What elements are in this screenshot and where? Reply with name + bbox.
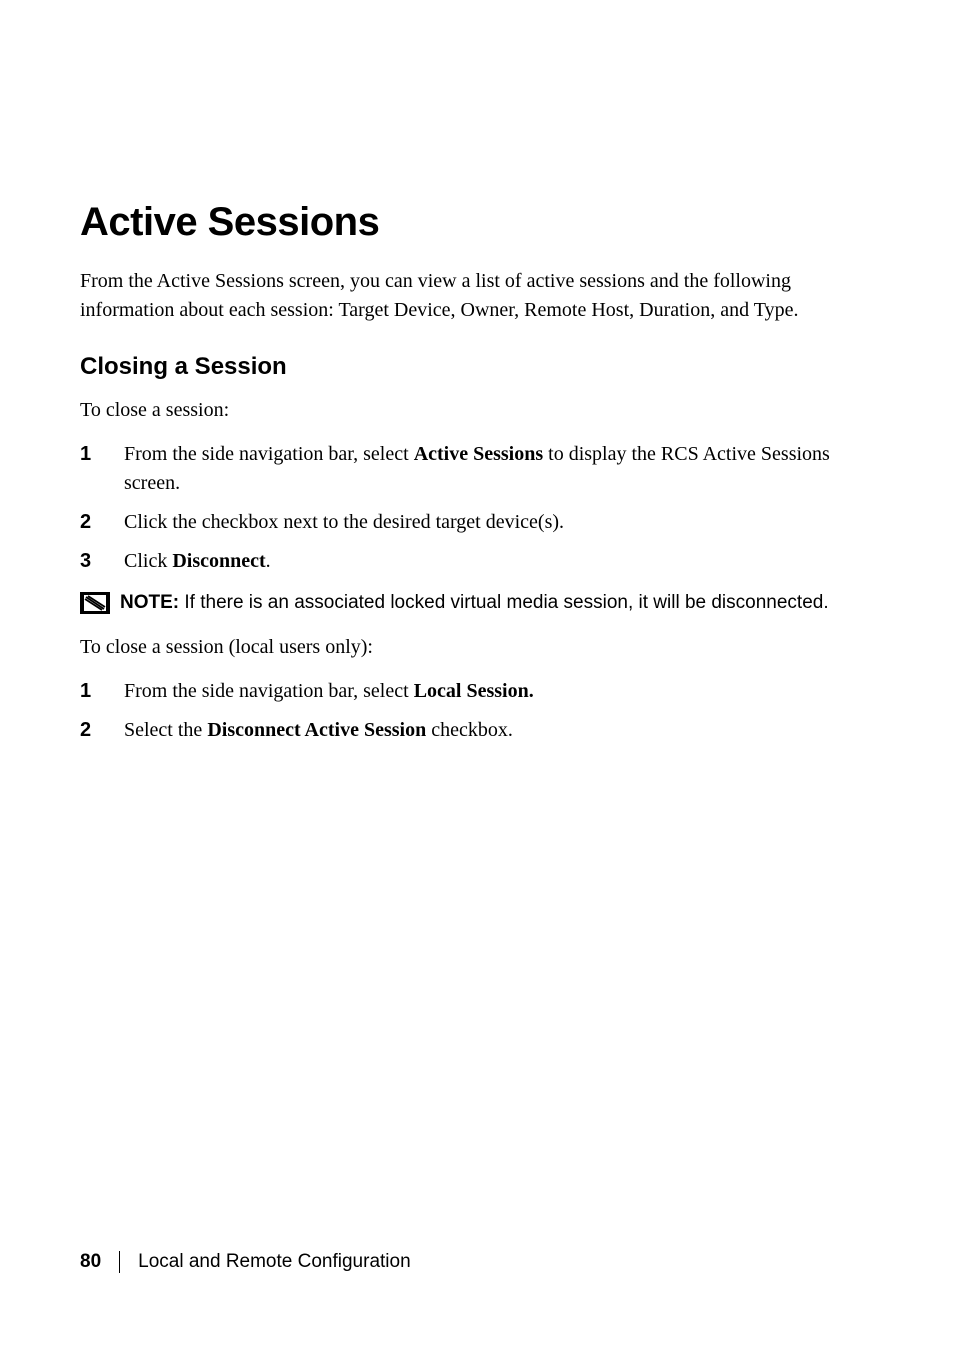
lead-text-2: To close a session (local users only):: [80, 636, 874, 659]
steps-list-1: 1 From the side navigation bar, select A…: [80, 440, 874, 576]
step-text: Click the checkbox next to the desired t…: [124, 508, 874, 537]
step-number: 1: [80, 677, 124, 706]
note-icon: [80, 592, 110, 614]
intro-paragraph: From the Active Sessions screen, you can…: [80, 267, 874, 325]
note-label: NOTE:: [120, 592, 179, 613]
note-text: NOTE: If there is an associated locked v…: [120, 590, 829, 616]
list-item: 2 Click the checkbox next to the desired…: [80, 508, 874, 537]
sub-heading: Closing a Session: [80, 353, 874, 381]
list-item: 2 Select the Disconnect Active Session c…: [80, 716, 874, 745]
step-text: From the side navigation bar, select Act…: [124, 440, 874, 498]
step-text: From the side navigation bar, select Loc…: [124, 677, 874, 706]
list-item: 1 From the side navigation bar, select A…: [80, 440, 874, 498]
list-item: 1 From the side navigation bar, select L…: [80, 677, 874, 706]
main-heading: Active Sessions: [80, 200, 874, 245]
step-number: 3: [80, 547, 124, 576]
note-block: NOTE: If there is an associated locked v…: [80, 590, 874, 616]
step-text: Click Disconnect.: [124, 547, 874, 576]
step-text: Select the Disconnect Active Session che…: [124, 716, 874, 745]
lead-text-1: To close a session:: [80, 399, 874, 422]
step-number: 2: [80, 716, 124, 745]
step-number: 1: [80, 440, 124, 469]
page-footer: 80 Local and Remote Configuration: [80, 1251, 411, 1273]
page-number: 80: [80, 1251, 101, 1273]
steps-list-2: 1 From the side navigation bar, select L…: [80, 677, 874, 745]
list-item: 3 Click Disconnect.: [80, 547, 874, 576]
footer-divider: [119, 1251, 120, 1273]
footer-section: Local and Remote Configuration: [138, 1251, 411, 1273]
step-number: 2: [80, 508, 124, 537]
